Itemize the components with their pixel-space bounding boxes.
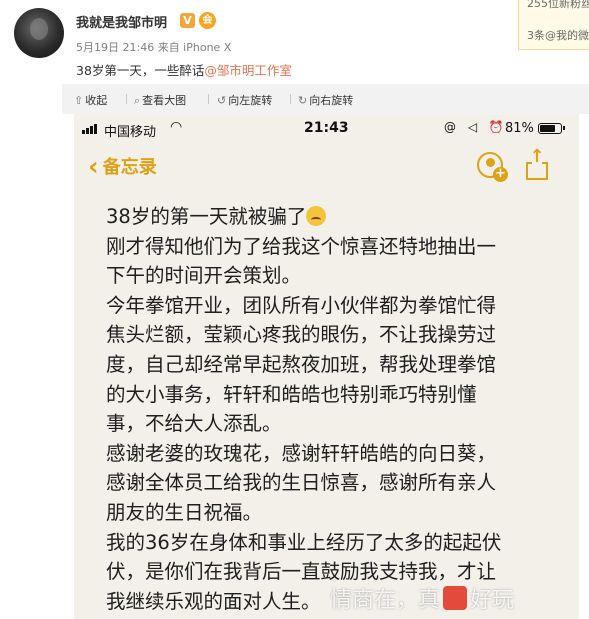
upside-down-face-icon bbox=[306, 206, 327, 226]
battery-percent: 81% bbox=[505, 121, 534, 136]
post-meta: 5月19日 21:46 来自 iPhone X bbox=[76, 41, 232, 54]
image-toolbar: ⇧ 收起 ⌕ 查看大图 ↺ 向左旋转 ↻ 向右旋转 bbox=[62, 84, 589, 114]
zoom-icon: ⌕ bbox=[134, 94, 141, 107]
toolbar-divider bbox=[126, 94, 127, 104]
toolbar-divider bbox=[208, 94, 209, 104]
status-bar: 中国移动 ◠ 21:43 @ ◁ ⏰ 81% bbox=[74, 114, 579, 144]
note-line: 的大小事务，轩轩和皓皓也特别乖巧特别懂 bbox=[106, 382, 477, 406]
note-line: 感谢全体员工给我的生日惊喜，感谢所有亲人 bbox=[106, 471, 497, 495]
note-body: 38岁的第一天就被骗了 刚才得知他们为了给我这个惊喜还特地抽出一 下午的时间开会… bbox=[106, 202, 566, 616]
note-line: 下午的时间开会策划。 bbox=[106, 264, 302, 288]
member-badge-icon[interactable]: 会 bbox=[199, 12, 216, 29]
note-line: 38岁的第一天就被骗了 bbox=[106, 202, 566, 232]
verified-badge-icon: V bbox=[180, 13, 195, 28]
collapse-icon: ⇧ bbox=[74, 94, 84, 107]
share-icon[interactable]: ↑ bbox=[524, 146, 550, 182]
new-fans-notice[interactable]: 255位新粉丝 bbox=[527, 0, 589, 11]
view-large-button[interactable]: ⌕ 查看大图 bbox=[134, 92, 186, 108]
carrier-name: 中国移动 bbox=[104, 125, 157, 140]
view-large-label: 查看大图 bbox=[142, 94, 187, 107]
rotate-left-button[interactable]: ↺ 向左旋转 bbox=[217, 92, 272, 108]
collapse-button[interactable]: ⇧ 收起 bbox=[74, 92, 107, 108]
watermark: 情商在，真 好玩 bbox=[330, 582, 514, 614]
wifi-icon: ◠ bbox=[170, 119, 183, 135]
post-text: 38岁第一天，一些醉话@邹市明工作室 bbox=[76, 60, 292, 79]
back-label: 备忘录 bbox=[102, 157, 157, 178]
watermark-text-before: 情商在，真 bbox=[330, 588, 441, 613]
toolbar-divider bbox=[290, 94, 291, 104]
status-time: 21:43 bbox=[304, 120, 349, 136]
rotate-left-icon: ↺ bbox=[217, 94, 227, 107]
note-line: 我的36岁在身体和事业上经历了太多的起起伏 bbox=[106, 530, 502, 554]
rotate-right-label: 向右旋转 bbox=[309, 94, 354, 107]
rotate-right-icon: ↻ bbox=[298, 94, 308, 107]
signal-icon bbox=[82, 124, 100, 134]
note-line: 焦头烂额，莹颖心疼我的眼伤，不让我操劳过 bbox=[106, 323, 497, 347]
note-line: 度，自己却经常早起熬夜加班，帮我处理拳馆 bbox=[106, 352, 497, 376]
post-text-body: 38岁第一天，一些醉话 bbox=[76, 63, 205, 78]
notes-screenshot[interactable]: 中国移动 ◠ 21:43 @ ◁ ⏰ 81% ‹ 备忘录 + ↑ 38岁的第一天就… bbox=[74, 114, 579, 619]
username[interactable]: 我就是我邹市明 bbox=[76, 12, 167, 31]
mention-link[interactable]: @邹市明工作室 bbox=[204, 63, 292, 78]
add-person-icon[interactable]: + bbox=[474, 152, 508, 186]
status-icons: @ ◁ ⏰ bbox=[444, 120, 508, 134]
note-line: 刚才得知他们为了给我这个惊喜还特地抽出一 bbox=[106, 234, 497, 258]
rotate-left-label: 向左旋转 bbox=[228, 94, 273, 107]
rotate-right-button[interactable]: ↻ 向右旋转 bbox=[298, 92, 353, 108]
back-button[interactable]: ‹ 备忘录 bbox=[88, 150, 157, 182]
note-line: 今年拳馆开业，团队所有小伙伴都为拳馆忙得 bbox=[106, 293, 497, 317]
chevron-left-icon: ‹ bbox=[88, 152, 99, 182]
note-line: 事，不给大人添乱。 bbox=[106, 412, 282, 436]
mention-notice[interactable]: 3条@我的微 bbox=[527, 27, 589, 43]
note-line: 感谢老婆的玫瑰花，感谢轩轩皓皓的向日葵， bbox=[106, 441, 497, 465]
watermark-text-after: 好玩 bbox=[470, 588, 515, 613]
notification-popup[interactable]: 255位新粉丝 3条@我的微 bbox=[518, 0, 589, 50]
collapse-label: 收起 bbox=[85, 94, 108, 107]
note-line: 朋友的生日祝福。 bbox=[106, 500, 263, 524]
avatar[interactable] bbox=[14, 8, 64, 58]
battery-icon bbox=[538, 123, 565, 134]
watermark-logo-icon bbox=[443, 586, 468, 610]
